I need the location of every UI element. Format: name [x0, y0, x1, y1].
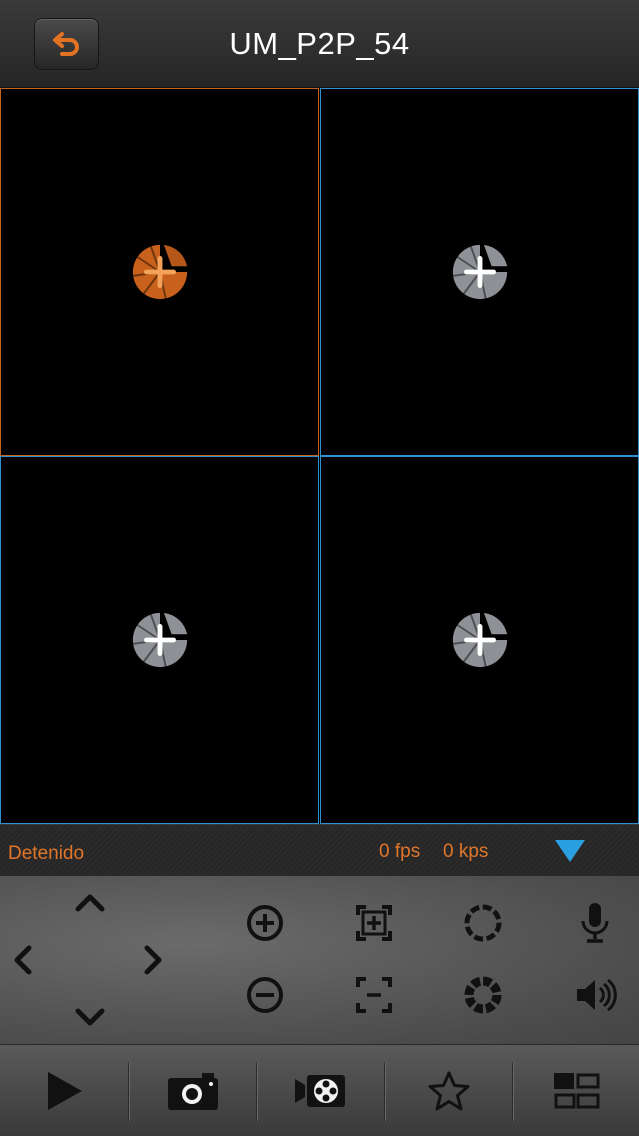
speaker-button[interactable]: [570, 972, 620, 1018]
arrow-right-icon: [144, 945, 162, 975]
status-bar: Detenido 0 fps 0 kps: [0, 824, 639, 876]
control-panel: [0, 876, 639, 1044]
focus-out-icon: [356, 977, 392, 1013]
pan-right-button[interactable]: [136, 940, 172, 980]
add-camera-icon[interactable]: [129, 609, 191, 671]
iris-open-button[interactable]: [460, 900, 506, 946]
play-icon: [47, 1072, 82, 1110]
layout-button[interactable]: [513, 1045, 639, 1136]
record-icon: [294, 1075, 345, 1107]
focus-in-icon: [356, 905, 392, 941]
iris-open-icon: [464, 904, 502, 942]
snapshot-button[interactable]: [129, 1045, 256, 1136]
iris-close-button[interactable]: [460, 972, 506, 1018]
video-grid: [0, 88, 639, 824]
arrow-left-icon: [14, 945, 32, 975]
arrow-up-icon: [75, 894, 105, 912]
iris-close-icon: [464, 976, 502, 1014]
pan-down-button[interactable]: [70, 1000, 110, 1036]
add-camera-icon[interactable]: [449, 609, 511, 671]
channel-4-view[interactable]: [320, 456, 639, 824]
channel-1-view[interactable]: [0, 88, 319, 456]
microphone-button[interactable]: [572, 898, 618, 948]
pan-left-button[interactable]: [4, 940, 40, 980]
back-arrow-icon: [52, 32, 79, 56]
snapshot-icon: [167, 1073, 218, 1110]
fps-readout: 0 fps: [379, 841, 421, 862]
zoom-in-icon: [247, 905, 283, 941]
pan-up-button[interactable]: [70, 884, 110, 920]
page-title: UM_P2P_54: [229, 26, 410, 61]
add-camera-icon[interactable]: [129, 241, 191, 303]
record-button[interactable]: [257, 1045, 384, 1136]
zoom-in-button[interactable]: [242, 900, 288, 946]
favorite-icon: [428, 1071, 469, 1111]
add-camera-icon[interactable]: [449, 241, 511, 303]
focus-in-button[interactable]: [351, 900, 397, 946]
connection-state: Detenido: [8, 843, 85, 864]
play-button[interactable]: [0, 1045, 127, 1136]
kps-readout: 0 kps: [443, 841, 489, 862]
back-button[interactable]: [34, 18, 99, 70]
layout-icon: [554, 1073, 600, 1109]
focus-out-button[interactable]: [351, 972, 397, 1018]
zoom-out-icon: [247, 977, 283, 1013]
arrow-down-icon: [75, 1008, 105, 1026]
zoom-out-button[interactable]: [242, 972, 288, 1018]
channel-3-view[interactable]: [0, 456, 319, 824]
bottom-toolbar: [0, 1044, 639, 1136]
channel-2-view[interactable]: [320, 88, 639, 456]
microphone-icon: [581, 903, 609, 943]
triangle-down-icon[interactable]: [552, 837, 588, 865]
header-bar: UM_P2P_54: [0, 0, 639, 88]
favorite-button[interactable]: [385, 1045, 512, 1136]
speaker-icon: [577, 978, 617, 1012]
